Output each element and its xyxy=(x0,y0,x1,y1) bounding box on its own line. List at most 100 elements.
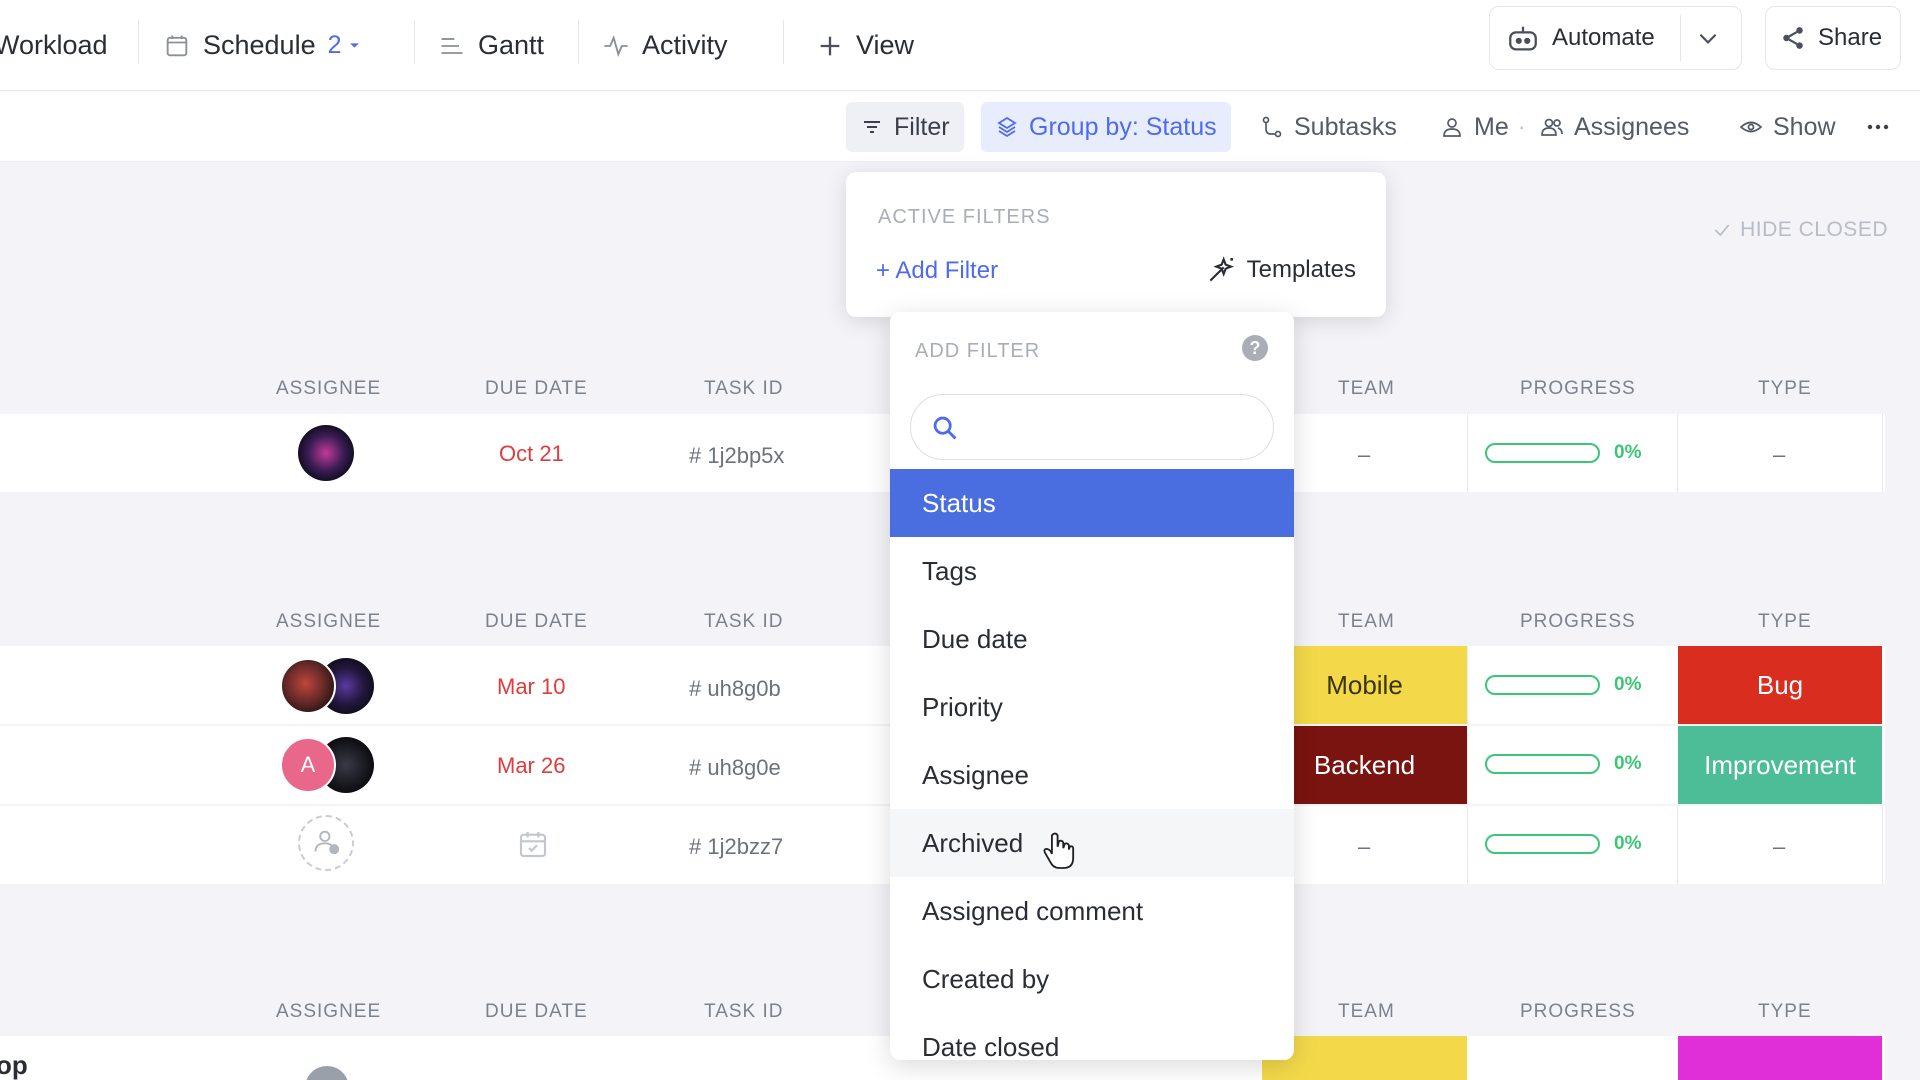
view-tab-workload[interactable]: Workload xyxy=(0,0,108,91)
task-id[interactable]: # uh8g0e xyxy=(689,755,781,781)
users-icon xyxy=(1541,118,1563,136)
col-header-assignee[interactable]: ASSIGNEE xyxy=(276,378,381,400)
share-icon xyxy=(1783,27,1803,49)
add-view-button[interactable]: View xyxy=(816,0,914,91)
due-date[interactable]: Mar 10 xyxy=(497,674,565,700)
divider xyxy=(414,20,415,64)
filter-option-priority[interactable]: Priority xyxy=(890,673,1294,741)
task-id[interactable]: # 1j2bzz7 xyxy=(689,834,783,860)
col-header-type[interactable]: TYPE xyxy=(1758,1001,1812,1023)
col-header-task-id[interactable]: TASK ID xyxy=(704,611,784,633)
list-toolbar: Filter Group by: Status Subtasks Me · As… xyxy=(0,92,1920,162)
add-user-icon xyxy=(314,830,340,855)
assignees-button[interactable]: Assignees xyxy=(1526,102,1703,152)
task-name[interactable]: op xyxy=(0,1050,28,1080)
type-badge[interactable]: Improvement xyxy=(1678,726,1882,804)
due-date[interactable]: Mar 26 xyxy=(497,753,565,779)
more-options-button[interactable] xyxy=(1852,102,1904,152)
type-badge[interactable]: Bug xyxy=(1678,646,1882,724)
filter-option-tags[interactable]: Tags xyxy=(890,537,1294,605)
automate-button[interactable]: Automate xyxy=(1489,6,1742,70)
col-header-assignee[interactable]: ASSIGNEE xyxy=(276,1001,381,1023)
avatar[interactable] xyxy=(280,658,336,714)
col-header-task-id[interactable]: TASK ID xyxy=(704,378,784,400)
chevron-down-icon[interactable] xyxy=(1695,25,1721,51)
caret-down-icon xyxy=(349,43,359,48)
group-by-button[interactable]: Group by: Status xyxy=(981,102,1231,152)
filter-option-due-date[interactable]: Due date xyxy=(890,605,1294,673)
add-filter-button[interactable]: + Add Filter xyxy=(876,257,998,285)
filter-option-assignee[interactable]: Assignee xyxy=(890,741,1294,809)
avatar[interactable]: A xyxy=(280,737,336,793)
team-value[interactable]: – xyxy=(1358,442,1370,468)
hand-cursor-icon xyxy=(1043,832,1075,869)
calendar-icon xyxy=(166,35,188,56)
group-by-label: Group by: Status xyxy=(1029,112,1217,141)
progress-percent: 0% xyxy=(1614,753,1642,774)
subtasks-button[interactable]: Subtasks xyxy=(1246,102,1411,152)
col-header-team[interactable]: TEAM xyxy=(1338,1001,1395,1023)
me-filter-button[interactable]: Me xyxy=(1426,102,1523,152)
filter-option-date-closed[interactable]: Date closed xyxy=(890,1013,1294,1061)
divider xyxy=(1680,15,1681,61)
filter-icon xyxy=(864,121,880,133)
col-header-type[interactable]: TYPE xyxy=(1758,378,1812,400)
col-header-task-id[interactable]: TASK ID xyxy=(704,1001,784,1023)
col-header-team[interactable]: TEAM xyxy=(1338,611,1395,633)
add-assignee-button[interactable] xyxy=(298,815,354,871)
plus-icon xyxy=(820,36,840,55)
show-button[interactable]: Show xyxy=(1725,102,1850,152)
task-id[interactable]: # 1j2bp5x xyxy=(689,443,784,469)
col-header-due-date[interactable]: DUE DATE xyxy=(485,378,588,400)
progress-cell[interactable]: 0% xyxy=(1485,674,1641,696)
view-tab-activity[interactable]: Activity xyxy=(602,0,728,91)
col-header-progress[interactable]: PROGRESS xyxy=(1520,378,1636,400)
type-badge[interactable] xyxy=(1678,1036,1882,1080)
set-due-date-icon[interactable] xyxy=(517,828,549,860)
magic-wand-icon xyxy=(1209,256,1234,282)
col-header-type[interactable]: TYPE xyxy=(1758,611,1812,633)
filter-option-archived[interactable]: Archived xyxy=(890,809,1294,877)
view-tab-schedule[interactable]: Schedule 2 xyxy=(163,0,361,91)
add-filter-title: ADD FILTER xyxy=(915,340,1041,362)
progress-cell[interactable]: 0% xyxy=(1485,753,1641,775)
col-header-progress[interactable]: PROGRESS xyxy=(1520,611,1636,633)
team-value[interactable]: – xyxy=(1358,834,1370,860)
robot-icon xyxy=(1509,26,1537,51)
divider xyxy=(783,20,784,64)
schedule-count-dropdown[interactable]: 2 xyxy=(328,31,361,60)
add-filter-dropdown: ADD FILTER ? Status Tags Due date Priori… xyxy=(890,312,1294,1060)
templates-label: Templates xyxy=(1246,256,1356,283)
type-value[interactable]: – xyxy=(1773,834,1785,860)
hide-closed-toggle[interactable]: HIDE CLOSED xyxy=(1712,218,1888,242)
view-tab-schedule-label: Schedule xyxy=(203,30,316,60)
col-header-due-date[interactable]: DUE DATE xyxy=(485,1001,588,1023)
add-view-label: View xyxy=(856,30,915,60)
progress-bar xyxy=(1485,754,1600,774)
col-header-team[interactable]: TEAM xyxy=(1338,378,1395,400)
task-id[interactable]: # uh8g0b xyxy=(689,676,781,702)
share-button[interactable]: Share xyxy=(1765,6,1901,70)
type-value[interactable]: – xyxy=(1773,442,1785,468)
activity-icon xyxy=(604,34,628,57)
progress-cell[interactable]: 0% xyxy=(1485,833,1641,855)
templates-button[interactable]: Templates xyxy=(1205,254,1356,286)
divider xyxy=(1882,806,1883,884)
filter-option-status[interactable]: Status xyxy=(890,469,1294,537)
progress-percent: 0% xyxy=(1614,442,1642,463)
filter-option-created-by[interactable]: Created by xyxy=(890,945,1294,1013)
layers-icon xyxy=(997,116,1017,138)
view-tab-workload-label: Workload xyxy=(0,30,108,60)
due-date[interactable]: Oct 21 xyxy=(499,441,564,467)
avatar[interactable] xyxy=(298,425,354,481)
progress-bar xyxy=(1485,834,1600,854)
view-tab-gantt[interactable]: Gantt xyxy=(438,0,544,91)
help-icon[interactable]: ? xyxy=(1242,335,1268,361)
filter-button[interactable]: Filter xyxy=(846,102,964,152)
col-header-progress[interactable]: PROGRESS xyxy=(1520,1001,1636,1023)
col-header-due-date[interactable]: DUE DATE xyxy=(485,611,588,633)
filter-search-input[interactable] xyxy=(910,394,1274,460)
filter-option-assigned-comment[interactable]: Assigned comment xyxy=(890,877,1294,945)
col-header-assignee[interactable]: ASSIGNEE xyxy=(276,611,381,633)
progress-cell[interactable]: 0% xyxy=(1485,442,1641,464)
